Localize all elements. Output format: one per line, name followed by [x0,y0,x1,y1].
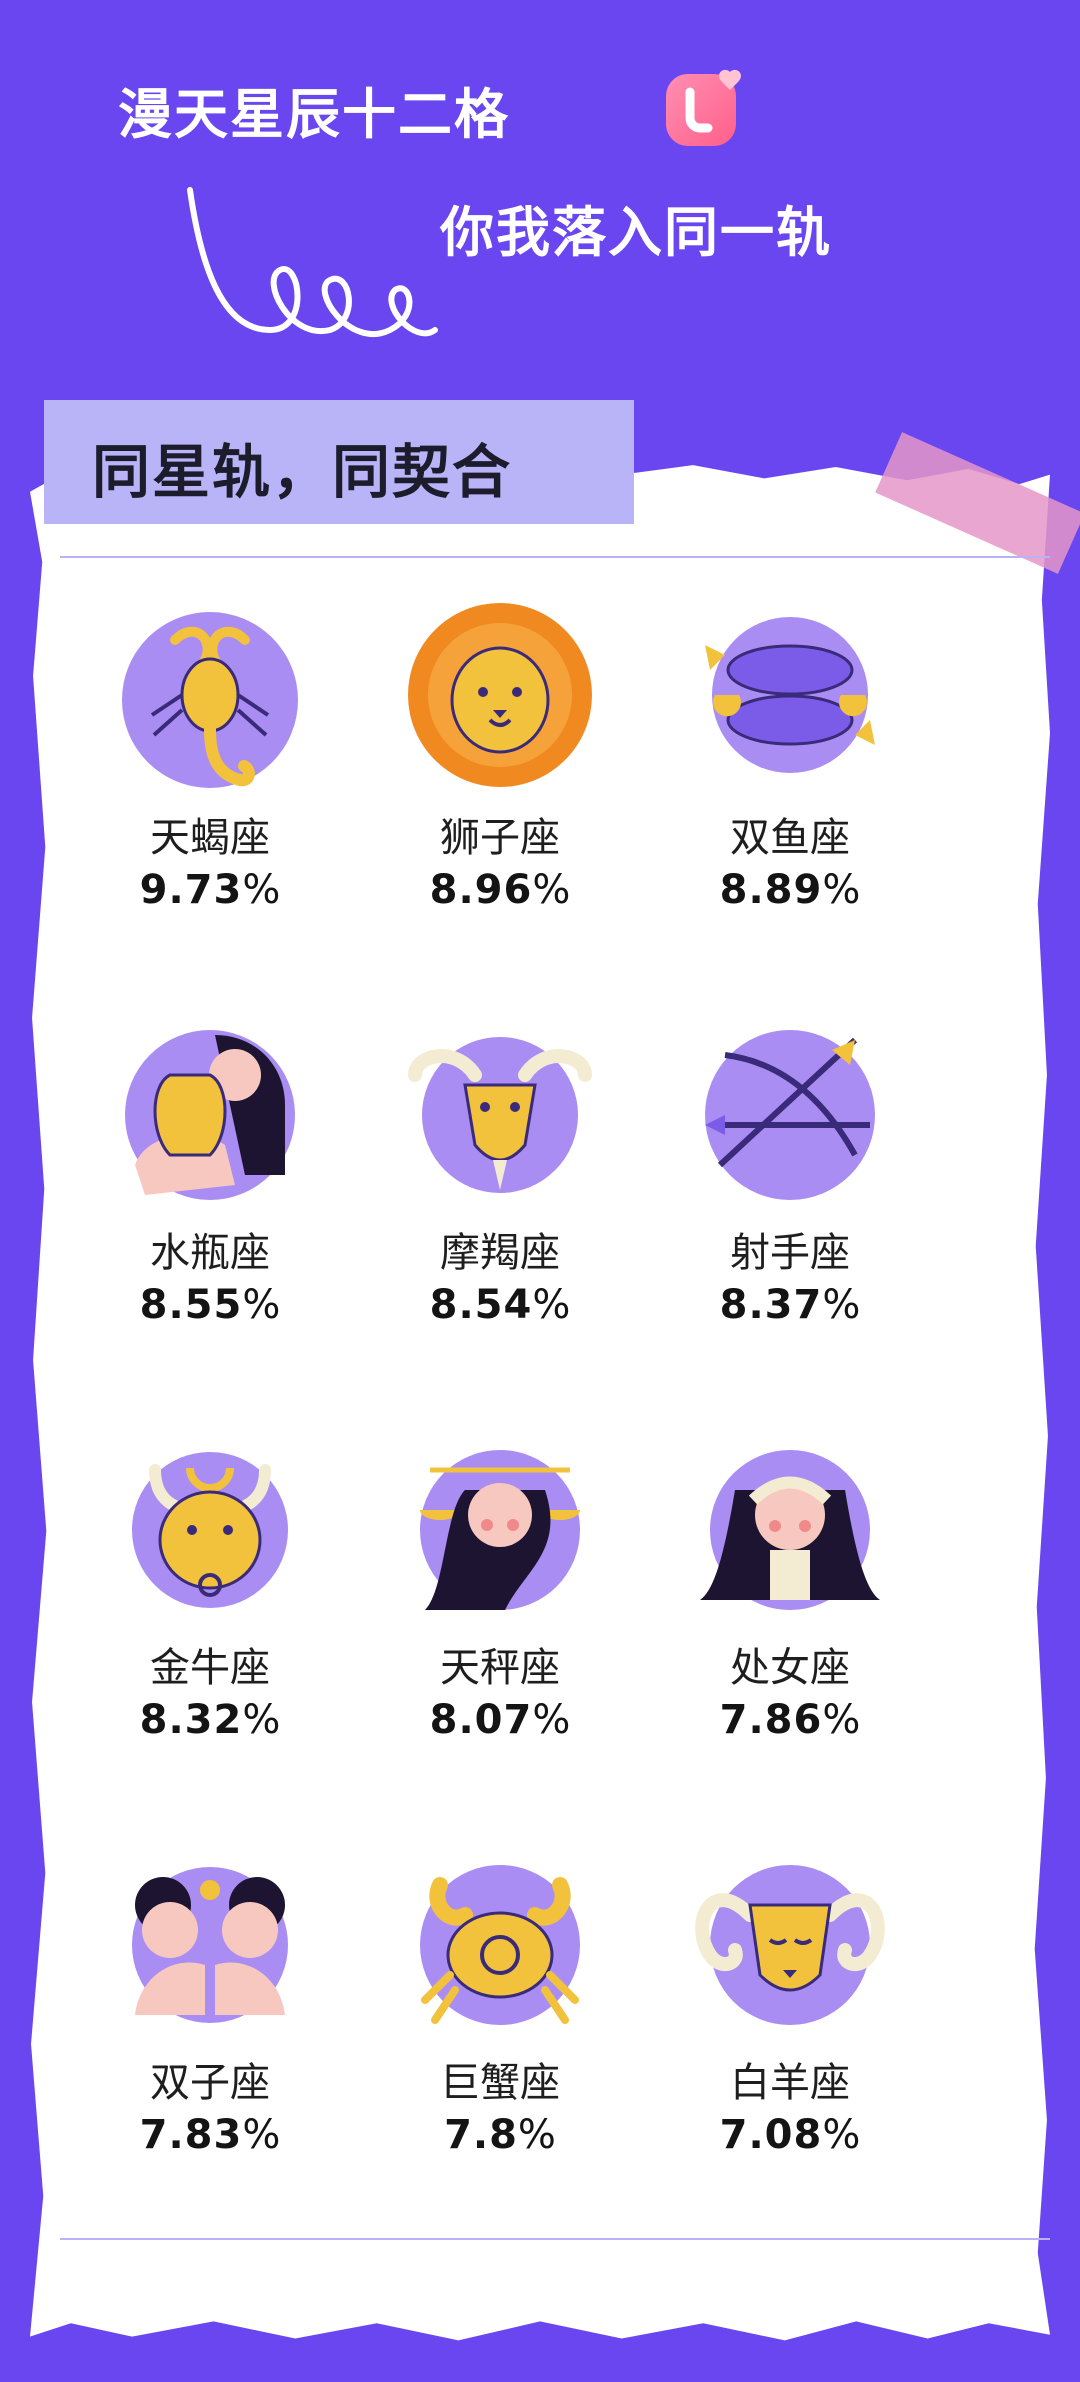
zodiac-percent: 8.32% [139,1697,281,1743]
zodiac-name: 射手座 [730,1230,850,1276]
zodiac-percent: 7.8% [444,2112,556,2158]
zodiac-percent: 8.37% [719,1282,861,1328]
scorpion-icon [122,612,298,788]
scales-icon [420,1450,580,1610]
zodiac-card-scorpio: 天蝎座 9.73% [60,580,360,1000]
zodiac-name: 天蝎座 [150,815,270,861]
zodiac-name: 白羊座 [730,2060,850,2106]
zodiac-name: 处女座 [730,1645,850,1691]
zodiac-percent: 8.96% [429,867,571,913]
section-subtitle: 同星轨，同契合 [92,438,513,506]
zodiac-percent: 7.08% [719,2112,861,2158]
zodiac-name: 水瓶座 [150,1230,270,1276]
zodiac-percent: 8.07% [429,1697,571,1743]
twins-icon [132,1867,288,2023]
zodiac-card-sagittarius: 射手座 8.37% [640,995,940,1415]
water-bearer-icon [125,1030,295,1200]
title-line-2: 你我落入同一轨 [440,201,832,264]
zodiac-card-taurus: 金牛座 8.32% [60,1410,360,1830]
goat-icon [408,1037,592,1193]
zodiac-percent: 8.89% [719,867,861,913]
zodiac-percent: 8.55% [139,1282,281,1328]
title-line-1: 漫天星辰十二格 [118,83,510,146]
zodiac-percent: 9.73% [139,867,281,913]
zodiac-name: 双鱼座 [730,815,850,861]
zodiac-name: 双子座 [150,2060,270,2106]
zodiac-card-leo: 狮子座 8.96% [350,580,650,1000]
lion-icon [408,603,592,787]
zodiac-card-cancer: 巨蟹座 7.8% [350,1825,650,2245]
zodiac-card-virgo: 处女座 7.86% [640,1410,940,1830]
zodiac-card-aries: 白羊座 7.08% [640,1825,940,2245]
maiden-icon [700,1450,880,1610]
zodiac-card-gemini: 双子座 7.83% [60,1825,360,2245]
bow-arrow-icon [705,1030,875,1200]
zodiac-name: 狮子座 [440,815,560,861]
divider-top [60,556,1050,558]
ram-icon [695,1865,885,2025]
zodiac-card-libra: 天秤座 8.07% [350,1410,650,1830]
zodiac-percent: 7.86% [719,1697,861,1743]
fish-icon [705,617,875,773]
swirl-decoration [187,187,438,337]
zodiac-percent: 8.54% [429,1282,571,1328]
zodiac-name: 金牛座 [150,1645,270,1691]
bull-icon [132,1452,288,1608]
zodiac-percent: 7.83% [139,2112,281,2158]
zodiac-card-pisces: 双鱼座 8.89% [640,580,940,1000]
zodiac-card-aquarius: 水瓶座 8.55% [60,995,360,1415]
zodiac-name: 巨蟹座 [440,2060,560,2106]
zodiac-name: 天秤座 [440,1645,560,1691]
crab-icon [420,1865,580,2025]
zodiac-name: 摩羯座 [440,1230,560,1276]
heart-chat-logo-icon [666,69,741,146]
zodiac-card-capricorn: 摩羯座 8.54% [350,995,650,1415]
